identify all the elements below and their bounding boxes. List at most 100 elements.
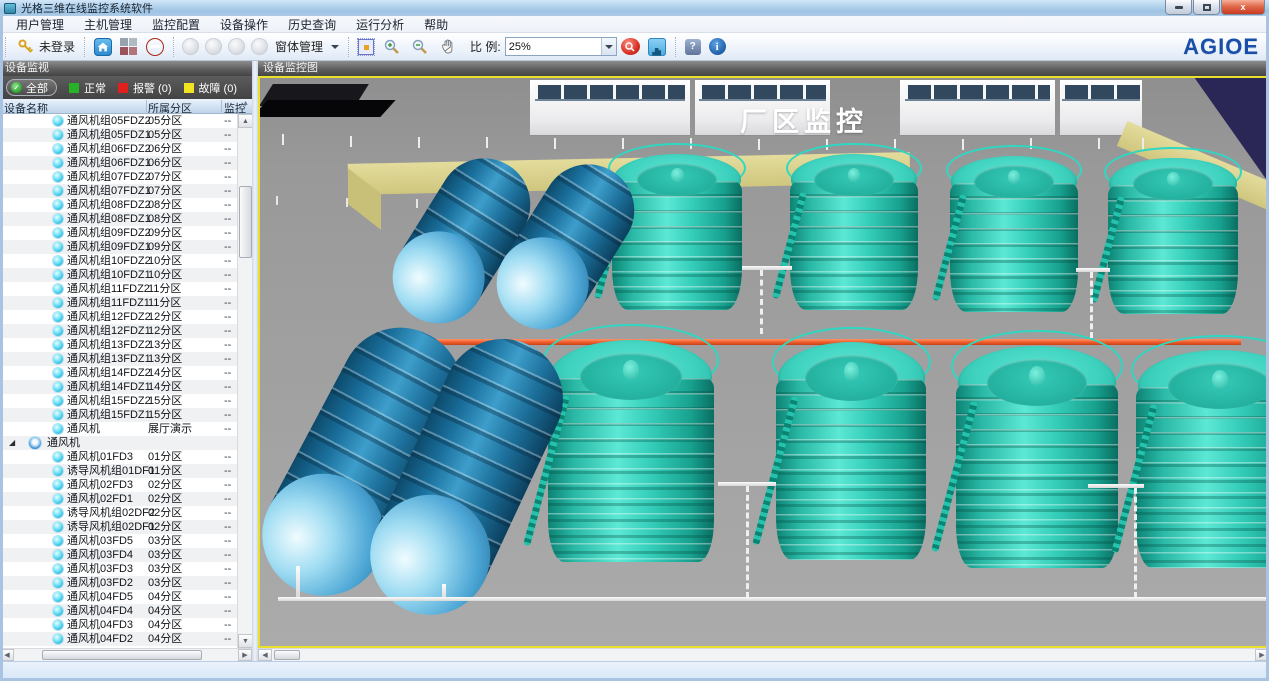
zoom-out-button[interactable] <box>406 35 434 59</box>
device-row[interactable]: ◢ 通风机02FD3 02分区 -- <box>0 478 237 492</box>
scene-3d-viewport[interactable]: 厂区监控 <box>258 76 1269 648</box>
menu-item[interactable]: 用户管理 <box>6 15 74 34</box>
device-monitor-value: -- <box>224 352 231 366</box>
minimize-button[interactable] <box>1165 0 1192 15</box>
scale-combobox[interactable]: 25% <box>505 37 617 56</box>
device-row[interactable]: ◢ 通风机04FD2 04分区 -- <box>0 632 237 646</box>
zoom-in-button[interactable] <box>378 35 406 59</box>
device-row[interactable]: ◢ 通风机04FD3 04分区 -- <box>0 618 237 632</box>
device-row[interactable]: ◢ 通风机04FD5 04分区 -- <box>0 590 237 604</box>
device-row[interactable]: ◢ 通风机组06FDZ2 06分区 -- <box>0 142 237 156</box>
device-row[interactable]: ◢ 通风机组10FDZ2 10分区 -- <box>0 254 237 268</box>
pan-button[interactable] <box>434 35 462 59</box>
login-button[interactable]: 未登录 <box>11 35 79 59</box>
device-row[interactable]: ◢ 通风机组11FDZ1 11分区 -- <box>0 296 237 310</box>
device-row[interactable]: ◢ 通风机组09FDZ2 09分区 -- <box>0 226 237 240</box>
device-row[interactable]: ◢ 通风机02FD1 02分区 -- <box>0 492 237 506</box>
left-panel-title: 设备监视 <box>0 61 252 76</box>
device-row[interactable]: ◢ 通风机组12FDZ1 12分区 -- <box>0 324 237 338</box>
device-row[interactable]: ◢ 通风机03FD5 03分区 -- <box>0 534 237 548</box>
menu-item[interactable]: 主机管理 <box>74 15 142 34</box>
device-row[interactable]: ◢ 通风机组06FDZ1 06分区 -- <box>0 156 237 170</box>
storage-tank[interactable] <box>1108 158 1238 314</box>
storage-tank[interactable] <box>950 156 1078 312</box>
close-button[interactable]: x <box>1221 0 1265 15</box>
device-row[interactable]: ◢ 通风机组13FDZ2 13分区 -- <box>0 338 237 352</box>
maximize-button[interactable] <box>1193 0 1220 15</box>
device-row[interactable]: ◢ 通风机组14FDZ2 14分区 -- <box>0 366 237 380</box>
scroll-thumb[interactable] <box>239 186 252 258</box>
device-row[interactable]: ◢ 通风机组05FDZ2 05分区 -- <box>0 114 237 128</box>
window-manage-button[interactable]: 窗体管理 <box>271 36 343 57</box>
scroll-left-icon[interactable]: ◀ <box>258 649 272 661</box>
combo-drop-button[interactable] <box>601 38 616 55</box>
key-icon <box>15 37 35 57</box>
device-zone: 04分区 <box>148 632 182 646</box>
filter-all-button[interactable]: ✓ 全部 <box>6 79 57 96</box>
scroll-down-icon[interactable]: ▼ <box>238 634 252 648</box>
scroll-thumb[interactable] <box>274 650 300 660</box>
device-name: 通风机组14FDZ2 <box>67 366 151 380</box>
device-monitor-value: -- <box>224 114 231 128</box>
select-region-button[interactable] <box>354 37 378 57</box>
storage-tank[interactable] <box>776 342 926 560</box>
advanced-zoom-button[interactable] <box>617 36 644 57</box>
filter-fault[interactable]: 故障 (0) <box>184 80 238 96</box>
device-row[interactable]: ◢ 通风机组14FDZ1 14分区 -- <box>0 380 237 394</box>
device-row[interactable]: ◢ 通风机组11FDZ2 11分区 -- <box>0 282 237 296</box>
menu-item[interactable]: 设备操作 <box>210 15 278 34</box>
storage-tank[interactable] <box>790 154 918 310</box>
device-zone: 04分区 <box>148 590 182 604</box>
device-status-icon <box>53 410 63 420</box>
device-row[interactable]: ◢ 通风机04FD4 04分区 -- <box>0 604 237 618</box>
device-row[interactable]: ◢ 通风机组10FDZ1 10分区 -- <box>0 268 237 282</box>
device-row[interactable]: ◢ 通风机组07FDZ1 07分区 -- <box>0 184 237 198</box>
device-row[interactable]: ◢ 通风机03FD2 03分区 -- <box>0 576 237 590</box>
menu-item[interactable]: 帮助 <box>414 15 458 34</box>
device-row[interactable]: ◢ 通风机组09FDZ1 09分区 -- <box>0 240 237 254</box>
device-name: 通风机组05FDZ1 <box>67 128 151 142</box>
home-button[interactable] <box>90 36 116 58</box>
device-row[interactable]: ◢ 通风机组08FDZ2 08分区 -- <box>0 198 237 212</box>
device-row[interactable]: ◢ 诱导风机组01DF1 01分区 -- <box>0 464 237 478</box>
device-row[interactable]: ◢ 诱导风机组02DF2 02分区 -- <box>0 506 237 520</box>
device-row[interactable]: ◢ 通风机组12FDZ2 12分区 -- <box>0 310 237 324</box>
device-row[interactable]: ◢ 通风机组07FDZ2 07分区 -- <box>0 170 237 184</box>
scroll-thumb[interactable] <box>42 650 202 660</box>
storage-tank[interactable] <box>612 154 742 310</box>
device-row[interactable]: ◢ 通风机组15FDZ2 15分区 -- <box>0 394 237 408</box>
device-row[interactable]: ◢ 通风机 <box>0 436 237 450</box>
status-alarm-icon <box>118 83 128 93</box>
device-row[interactable]: ◢ 通风机组15FDZ1 15分区 -- <box>0 408 237 422</box>
info-button[interactable]: i <box>705 36 730 57</box>
expand-icon[interactable]: ◢ <box>9 436 15 450</box>
device-row[interactable]: ◢ 通风机组05FDZ1 05分区 -- <box>0 128 237 142</box>
device-row[interactable]: ◢ 通风机03FD4 03分区 -- <box>0 548 237 562</box>
filter-alarm[interactable]: 报警 (0) <box>118 80 172 96</box>
device-zone: 02分区 <box>148 520 182 534</box>
device-row[interactable]: ◢ 通风机03FD3 03分区 -- <box>0 562 237 576</box>
storage-tank[interactable] <box>1136 350 1269 568</box>
device-name: 通风机03FD3 <box>67 562 133 576</box>
device-row[interactable]: ◢ 通风机组13FDZ1 13分区 -- <box>0 352 237 366</box>
scroll-right-icon[interactable]: ▶ <box>238 649 252 661</box>
layout-button[interactable] <box>116 36 142 58</box>
menu-item[interactable]: 运行分析 <box>346 15 414 34</box>
filter-normal[interactable]: 正常 <box>69 80 106 96</box>
device-name: 通风机组13FDZ2 <box>67 338 151 352</box>
device-row[interactable]: ◢ 通风机组08FDZ1 08分区 -- <box>0 212 237 226</box>
scroll-up-icon[interactable]: ▲ <box>238 114 252 128</box>
device-row[interactable]: ◢ 通风机 展厅演示 -- <box>0 422 237 436</box>
help-button[interactable]: ? <box>681 37 705 57</box>
device-zone: 13分区 <box>148 352 182 366</box>
menu-item[interactable]: 历史查询 <box>278 15 346 34</box>
stop-button[interactable] <box>142 36 168 58</box>
locate-button[interactable] <box>644 36 670 58</box>
device-row[interactable]: ◢ 通风机01FD3 01分区 -- <box>0 450 237 464</box>
horizontal-scrollbar-left[interactable]: ◀ ▶ <box>0 648 252 661</box>
vertical-scrollbar[interactable]: ▲ ▼ <box>237 114 252 648</box>
storage-tank[interactable] <box>956 346 1118 568</box>
device-row[interactable]: ◢ 诱导风机组02DF1 02分区 -- <box>0 520 237 534</box>
menu-item[interactable]: 监控配置 <box>142 15 210 34</box>
horizontal-scrollbar-right[interactable]: ◀ ▶ <box>258 648 1269 661</box>
